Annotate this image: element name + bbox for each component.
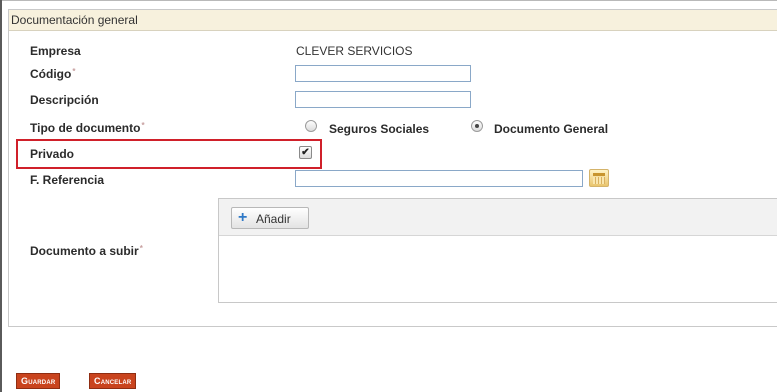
required-mark: *: [72, 67, 76, 76]
f-referencia-input[interactable]: [295, 170, 583, 187]
f-referencia-label: F. Referencia: [30, 173, 105, 187]
empresa-label: Empresa: [30, 44, 81, 58]
documento-general-label: Documento General: [494, 122, 609, 136]
window-left-border: [0, 0, 2, 392]
codigo-label: Código*: [30, 67, 76, 81]
window-top-border: [0, 0, 777, 1]
empresa-value: CLEVER SERVICIOS: [296, 44, 413, 58]
radio-seguros-sociales[interactable]: [305, 120, 317, 132]
descripcion-label: Descripción: [30, 93, 99, 107]
upload-area[interactable]: + Añadir: [218, 198, 777, 303]
codigo-input[interactable]: [295, 65, 471, 82]
seguros-sociales-label: Seguros Sociales: [329, 122, 430, 136]
upload-toolbar: + Añadir: [219, 199, 777, 236]
calendar-icon[interactable]: [589, 169, 609, 187]
plus-icon: +: [238, 209, 248, 226]
descripcion-input[interactable]: [295, 91, 471, 108]
tipo-documento-label: Tipo de documento*: [30, 121, 145, 135]
required-mark: *: [139, 244, 143, 253]
radio-documento-general[interactable]: [471, 120, 483, 132]
documento-subir-label: Documento a subir*: [30, 244, 143, 258]
add-file-label: Añadir: [256, 212, 291, 226]
panel-header: Documentación general: [9, 10, 777, 31]
privado-checkbox[interactable]: ✔: [299, 146, 312, 159]
panel-title: Documentación general: [11, 13, 138, 27]
privado-label: Privado: [30, 147, 75, 161]
guardar-button[interactable]: Guardar: [16, 373, 61, 389]
add-file-button[interactable]: + Añadir: [231, 207, 309, 229]
required-mark: *: [141, 121, 145, 130]
cancelar-button[interactable]: Cancelar: [89, 373, 137, 389]
